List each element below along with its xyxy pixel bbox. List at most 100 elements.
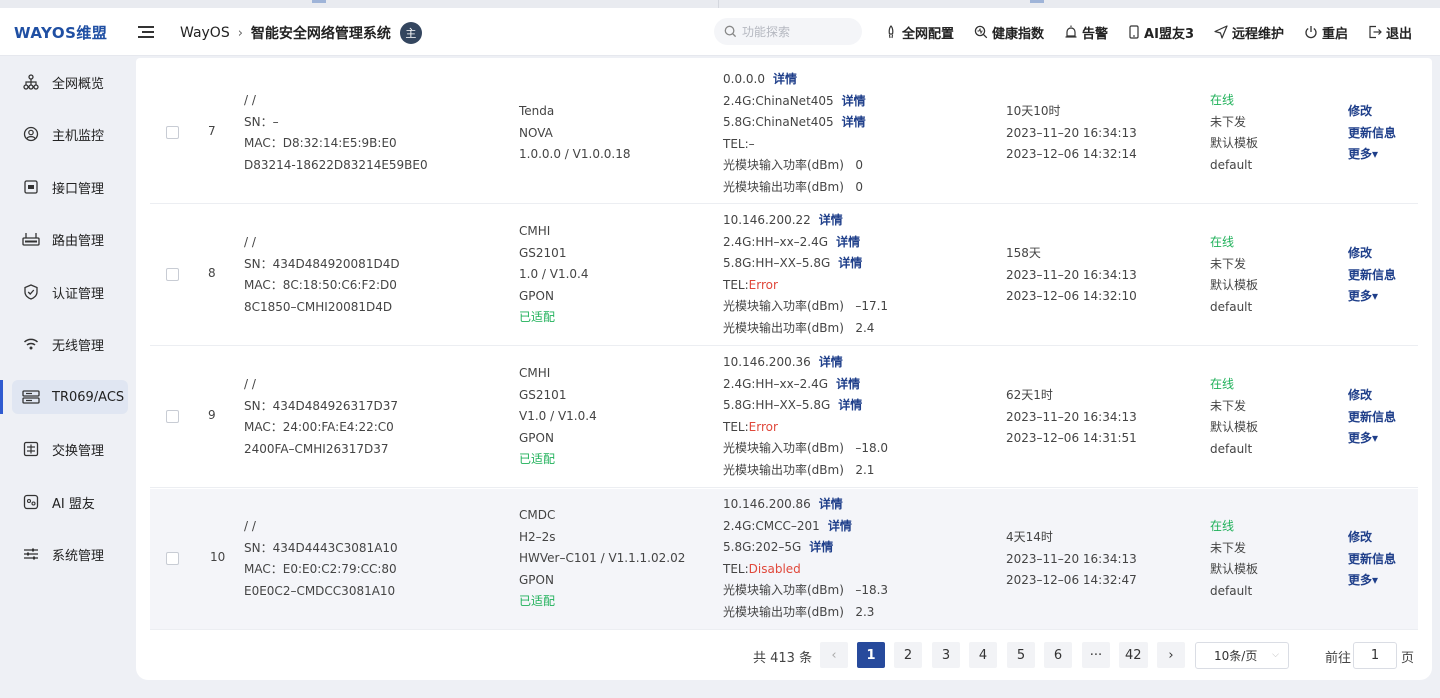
network-info: 10.146.200.36 详情 2.4G:HH–xx–2.4G 详情 5.8G:H… (723, 352, 888, 481)
menu-toggle-icon[interactable] (138, 24, 156, 40)
prev-page-button[interactable]: ‹ (820, 642, 848, 668)
device-info: / / SN：434D484920081D4D MAC：8C:18:50:C6:… (244, 232, 400, 318)
more-dropdown[interactable]: 更多▾ (1348, 144, 1396, 166)
more-dropdown[interactable]: 更多▾ (1348, 286, 1396, 308)
alarm-icon (1065, 25, 1077, 38)
search-input[interactable] (742, 24, 852, 39)
next-page-button[interactable]: › (1157, 642, 1185, 668)
row-actions: 修改 更新信息 更多▾ (1348, 243, 1396, 308)
sidebar-item-switch[interactable]: 交换管理 (12, 432, 128, 466)
time-info: 62天1时 2023–11–20 16:34:13 2023–12–06 14:… (1006, 385, 1137, 450)
sidebar-item-routing[interactable]: 路由管理 (12, 222, 128, 256)
top-nav: 全网配置 健康指数 告警 AI盟友3 远程维护 重启 退出 (884, 8, 1432, 56)
template-name: 默认模板 (1210, 136, 1259, 150)
nav-reboot[interactable]: 重启 (1304, 23, 1348, 42)
row-checkbox[interactable] (166, 552, 179, 565)
uptime: 10天10时 (1006, 104, 1061, 118)
wifi-5g: 5.8G:HH–XX–5.8G (723, 398, 831, 412)
device-info: / / SN：– MAC：D8:32:14:E5:9B:E0 D83214-18… (244, 90, 428, 176)
model: GS2101 (519, 245, 567, 260)
device-id: 2400FA–CMHI26317D37 (244, 441, 389, 456)
optical-tx-power: 光模块输出功率(dBm) 0 (723, 179, 863, 194)
page-size-select[interactable]: 10条/页 ⌵ (1195, 642, 1289, 669)
breadcrumb-root[interactable]: WayOS (180, 25, 230, 41)
detail-link[interactable]: 详情 (838, 398, 862, 412)
device-id: 8C1850–CMHI20081D4D (244, 299, 393, 314)
optical-tx-power: 光模块输出功率(dBm) 2.4 (723, 320, 875, 335)
page-button-42[interactable]: 42 (1119, 642, 1148, 668)
sidebar-item-overview[interactable]: 全网概览 (12, 65, 128, 99)
detail-link[interactable]: 详情 (836, 235, 860, 249)
sidebar-item-auth[interactable]: 认证管理 (12, 275, 128, 309)
adapted-badge: 已适配 (519, 310, 556, 324)
row-actions: 修改 更新信息 更多▾ (1348, 385, 1396, 450)
sidebar-item-interface[interactable]: 接口管理 (12, 170, 128, 204)
detail-link[interactable]: 详情 (819, 497, 843, 511)
nav-logout[interactable]: 退出 (1368, 23, 1412, 42)
tel-status: Disabled (748, 561, 801, 576)
sidebar: 全网概览 主机监控 接口管理 路由管理 认证管理 无线管理 TR069/ACS … (0, 57, 136, 698)
device-sn: SN：– (244, 114, 279, 129)
sidebar-item-ai[interactable]: AI 盟友 (12, 485, 128, 519)
rocket-icon (888, 25, 894, 39)
more-dropdown[interactable]: 更多▾ (1348, 428, 1396, 450)
pagination: 共 413 条 ‹ 1 2 3 4 5 6 ··· 42 › 10条/页 ⌵ 前… (136, 642, 1432, 670)
nav-health-index[interactable]: 健康指数 (974, 23, 1044, 42)
nav-remote-maintenance[interactable]: 远程维护 (1214, 23, 1284, 42)
device-mac: MAC：D8:32:14:E5:9B:E0 (244, 136, 397, 150)
sidebar-item-tr069[interactable]: TR069/ACS (0, 380, 128, 414)
detail-link[interactable]: 详情 (836, 377, 860, 391)
nav-label: 全网配置 (902, 26, 955, 42)
nav-alarm[interactable]: 告警 (1064, 23, 1108, 42)
browser-tab-strip (0, 0, 1440, 8)
device-name: / / (244, 93, 256, 107)
nav-ai-ally[interactable]: AI盟友3 (1128, 23, 1194, 42)
edit-button[interactable]: 修改 (1348, 385, 1396, 407)
detail-link[interactable]: 详情 (819, 355, 843, 369)
page-button-6[interactable]: 6 (1044, 642, 1072, 668)
search-icon (724, 25, 737, 38)
page-ellipsis[interactable]: ··· (1082, 642, 1110, 668)
detail-link[interactable]: 详情 (809, 540, 833, 554)
update-info-button[interactable]: 更新信息 (1348, 407, 1396, 429)
update-info-button[interactable]: 更新信息 (1348, 265, 1396, 287)
edit-button[interactable]: 修改 (1348, 527, 1396, 549)
page-button-2[interactable]: 2 (894, 642, 922, 668)
detail-link[interactable]: 详情 (828, 519, 852, 533)
ip-address: 0.0.0.0 (723, 72, 765, 86)
row-actions: 修改 更新信息 更多▾ (1348, 101, 1396, 166)
breadcrumb: WayOS › 智能安全网络管理系统 主 (180, 22, 422, 44)
row-checkbox[interactable] (166, 126, 179, 139)
table-row: 7 / / SN：– MAC：D8:32:14:E5:9B:E0 D83214-… (150, 58, 1418, 204)
update-info-button[interactable]: 更新信息 (1348, 123, 1396, 145)
detail-link[interactable]: 详情 (773, 72, 797, 86)
page-button-5[interactable]: 5 (1007, 642, 1035, 668)
detail-link[interactable]: 详情 (819, 213, 843, 227)
nav-label: AI盟友3 (1144, 26, 1194, 42)
update-info-button[interactable]: 更新信息 (1348, 549, 1396, 571)
wifi-5g: 5.8G:HH–XX–5.8G (723, 256, 831, 270)
status-info: 在线 未下发 默认模板 default (1210, 90, 1258, 176)
device-id: E0E0C2–CMDCC3081A10 (244, 583, 396, 598)
last-seen: 2023–12–06 14:32:47 (1006, 573, 1137, 587)
detail-link[interactable]: 详情 (842, 94, 866, 108)
page-button-1[interactable]: 1 (857, 642, 885, 668)
page-button-4[interactable]: 4 (969, 642, 997, 668)
row-checkbox[interactable] (166, 410, 179, 423)
optical-rx-power: 光模块输入功率(dBm) –18.0 (723, 441, 889, 455)
edit-button[interactable]: 修改 (1348, 243, 1396, 265)
sidebar-item-host-monitor[interactable]: 主机监控 (12, 117, 128, 151)
edit-button[interactable]: 修改 (1348, 101, 1396, 123)
detail-link[interactable]: 详情 (842, 115, 866, 129)
device-name: / / (244, 519, 256, 533)
more-dropdown[interactable]: 更多▾ (1348, 570, 1396, 592)
search-box[interactable] (714, 18, 862, 45)
sidebar-item-wireless[interactable]: 无线管理 (12, 327, 128, 361)
detail-link[interactable]: 详情 (838, 256, 862, 270)
page-button-3[interactable]: 3 (932, 642, 960, 668)
nav-global-config[interactable]: 全网配置 (884, 23, 954, 42)
sidebar-item-system[interactable]: 系统管理 (12, 537, 128, 571)
row-checkbox[interactable] (166, 268, 179, 281)
page-title: 智能安全网络管理系统 (250, 26, 391, 42)
goto-page-input[interactable]: 1 (1353, 642, 1397, 669)
